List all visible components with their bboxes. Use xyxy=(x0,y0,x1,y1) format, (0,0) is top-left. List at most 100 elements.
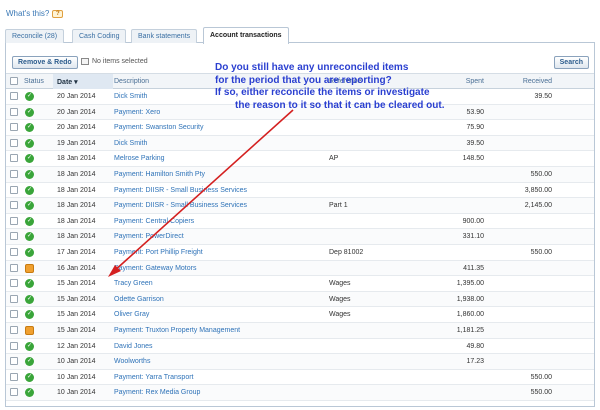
table-row[interactable]: ✓ 19 Jan 2014 Dick Smith 39.50 xyxy=(6,135,594,152)
row-spent: 331.10 xyxy=(462,233,484,241)
row-checkbox[interactable] xyxy=(10,325,18,334)
tab-account-transactions[interactable]: Account transactions xyxy=(203,27,289,44)
annotation-line-3: If so, either reconcile the items or inv… xyxy=(215,87,430,98)
row-description-link[interactable]: Payment: DIISR - Small Business Services xyxy=(114,187,247,194)
reconciled-check-icon: ✓ xyxy=(25,247,34,257)
row-checkbox[interactable] xyxy=(10,372,18,381)
row-checkbox[interactable] xyxy=(10,310,18,319)
row-received: 550.00 xyxy=(530,389,552,397)
row-checkbox[interactable] xyxy=(10,357,18,366)
row-description-link[interactable]: Payment: Xero xyxy=(114,109,160,116)
row-date: 10 Jan 2014 xyxy=(57,358,96,366)
row-description-link[interactable]: Payment: PowerDirect xyxy=(114,233,184,240)
row-description-link[interactable]: Payment: Gateway Motors xyxy=(114,265,196,272)
table-row[interactable]: ✓ 18 Jan 2014 Payment: Central Copiers 900.… xyxy=(6,214,594,230)
row-checkbox[interactable] xyxy=(10,201,18,210)
remove-and-redo-button[interactable]: Remove & Redo xyxy=(12,56,78,69)
row-reference: Dep 81002 xyxy=(329,248,364,256)
row-description-link[interactable]: Payment: Yarra Transport xyxy=(114,374,194,381)
tab-cash-coding[interactable]: Cash Coding xyxy=(72,29,127,43)
row-description-link[interactable]: Payment: Hamilton Smith Pty xyxy=(114,171,205,178)
row-description-link[interactable]: Payment: Swanston Security xyxy=(114,124,204,131)
column-header-status[interactable]: Status xyxy=(24,78,44,85)
table-row[interactable]: ✓ 15 Jan 2014 Tracy Green Wages 1,395.00 xyxy=(6,276,594,292)
row-checkbox[interactable] xyxy=(10,294,18,303)
row-date: 19 Jan 2014 xyxy=(57,139,96,147)
row-description-link[interactable]: Payment: Central Copiers xyxy=(114,218,194,225)
table-row[interactable]: ✓ 18 Jan 2014 Payment: Hamilton Smith Pty 5… xyxy=(6,166,594,183)
row-date: 15 Jan 2014 xyxy=(57,326,96,334)
column-header-received[interactable]: Received xyxy=(523,78,552,85)
row-description-link[interactable]: Payment: Truxton Property Management xyxy=(114,327,240,334)
row-spent: 1,395.00 xyxy=(456,280,484,288)
tab-bar: Reconcile (28) Cash Coding Bank statemen… xyxy=(5,27,595,44)
row-description-link[interactable]: Tracy Green xyxy=(114,280,153,287)
table-row[interactable]: ✓ 12 Jan 2014 David Jones 49.80 xyxy=(6,339,594,355)
reconciled-check-icon: ✓ xyxy=(25,185,34,195)
table-row[interactable]: 16 Jan 2014 Payment: Gateway Motors 411.35 xyxy=(6,260,594,277)
table-row[interactable]: ✓ 18 Jan 2014 Payment: PowerDirect 331.10 xyxy=(6,229,594,245)
row-checkbox[interactable] xyxy=(10,279,18,288)
search-button[interactable]: Search xyxy=(553,56,589,69)
row-description-link[interactable]: Dick Smith xyxy=(114,93,147,100)
row-checkbox[interactable] xyxy=(10,216,18,225)
table-row[interactable]: ✓ 20 Jan 2014 Payment: Swanston Security 75… xyxy=(6,120,594,136)
row-description-link[interactable]: Melrose Parking xyxy=(114,155,165,162)
row-description-link[interactable]: Woolworths xyxy=(114,358,150,365)
row-checkbox[interactable] xyxy=(10,123,18,132)
reconciled-check-icon: ✓ xyxy=(25,123,34,133)
row-checkbox[interactable] xyxy=(10,185,18,194)
row-spent: 900.00 xyxy=(462,217,484,225)
selection-icon xyxy=(81,58,89,65)
row-description-link[interactable]: Payment: Rex Media Group xyxy=(114,389,200,396)
reconciled-check-icon: ✓ xyxy=(25,92,34,101)
table-row[interactable]: ✓ 10 Jan 2014 Woolworths 17.23 xyxy=(6,354,594,370)
reconciled-check-icon: ✓ xyxy=(25,341,34,351)
table-row[interactable]: ✓ 18 Jan 2014 Payment: DIISR - Small Busin… xyxy=(6,183,594,199)
row-checkbox[interactable] xyxy=(10,247,18,256)
row-description-link[interactable]: Odette Garrison xyxy=(114,296,164,303)
annotation-line-1: Do you still have any unreconciled items xyxy=(215,62,409,73)
unreconciled-icon xyxy=(25,325,34,335)
row-reference: Part 1 xyxy=(329,202,348,210)
row-description-link[interactable]: Oliver Gray xyxy=(114,311,149,318)
table-row[interactable]: ✓ 18 Jan 2014 Payment: DIISR - Small Busin… xyxy=(6,198,594,214)
row-spent: 49.80 xyxy=(466,342,484,350)
column-header-description[interactable]: Description xyxy=(114,78,149,85)
table-row[interactable]: ✓ 17 Jan 2014 Payment: Port Phillip Freigh… xyxy=(6,245,594,261)
row-checkbox[interactable] xyxy=(10,154,18,163)
row-checkbox[interactable] xyxy=(10,232,18,241)
row-checkbox[interactable] xyxy=(10,138,18,147)
table-row[interactable]: ✓ 15 Jan 2014 Oliver Gray Wages 1,860.00 xyxy=(6,307,594,323)
whats-this-link[interactable]: What's this? ? xyxy=(6,9,64,18)
row-description-link[interactable]: Payment: Port Phillip Freight xyxy=(114,249,203,256)
reconciled-check-icon: ✓ xyxy=(25,216,34,226)
row-spent: 17.23 xyxy=(466,358,484,366)
row-reference: Wages xyxy=(329,295,351,303)
row-spent: 1,860.00 xyxy=(456,311,484,319)
selection-info: No items selected xyxy=(81,58,148,65)
table-row[interactable]: ✓ 15 Jan 2014 Odette Garrison Wages 1,938.00 xyxy=(6,291,594,308)
row-checkbox[interactable] xyxy=(10,263,18,272)
selection-text: No items selected xyxy=(92,58,148,65)
row-checkbox[interactable] xyxy=(10,107,18,116)
table-row[interactable]: ✓ 18 Jan 2014 Melrose Parking AP 148.50 xyxy=(6,151,594,167)
table-row[interactable]: 15 Jan 2014 Payment: Truxton Property Man… xyxy=(6,322,594,339)
tab-bank-statements[interactable]: Bank statements xyxy=(131,29,198,43)
row-description-link[interactable]: Dick Smith xyxy=(114,140,147,147)
table-row[interactable]: ✓ 10 Jan 2014 Payment: Yarra Transport 550.… xyxy=(6,370,594,386)
column-header-date[interactable]: Date ▾ xyxy=(57,78,78,86)
reconciled-check-icon: ✓ xyxy=(25,357,34,367)
row-checkbox[interactable] xyxy=(10,388,18,397)
select-all-checkbox[interactable] xyxy=(10,77,18,85)
row-description-link[interactable]: Payment: DIISR - Small Business Services xyxy=(114,202,247,209)
row-checkbox[interactable] xyxy=(10,169,18,178)
row-date: 18 Jan 2014 xyxy=(57,155,96,163)
help-icon: ? xyxy=(52,9,64,18)
row-checkbox[interactable] xyxy=(10,341,18,350)
tab-reconcile[interactable]: Reconcile (28) xyxy=(5,29,65,43)
row-received: 2,145.00 xyxy=(524,202,552,210)
row-checkbox[interactable] xyxy=(10,92,18,100)
row-description-link[interactable]: David Jones xyxy=(114,343,153,350)
table-row[interactable]: ✓ 10 Jan 2014 Payment: Rex Media Group 550.… xyxy=(6,385,594,401)
